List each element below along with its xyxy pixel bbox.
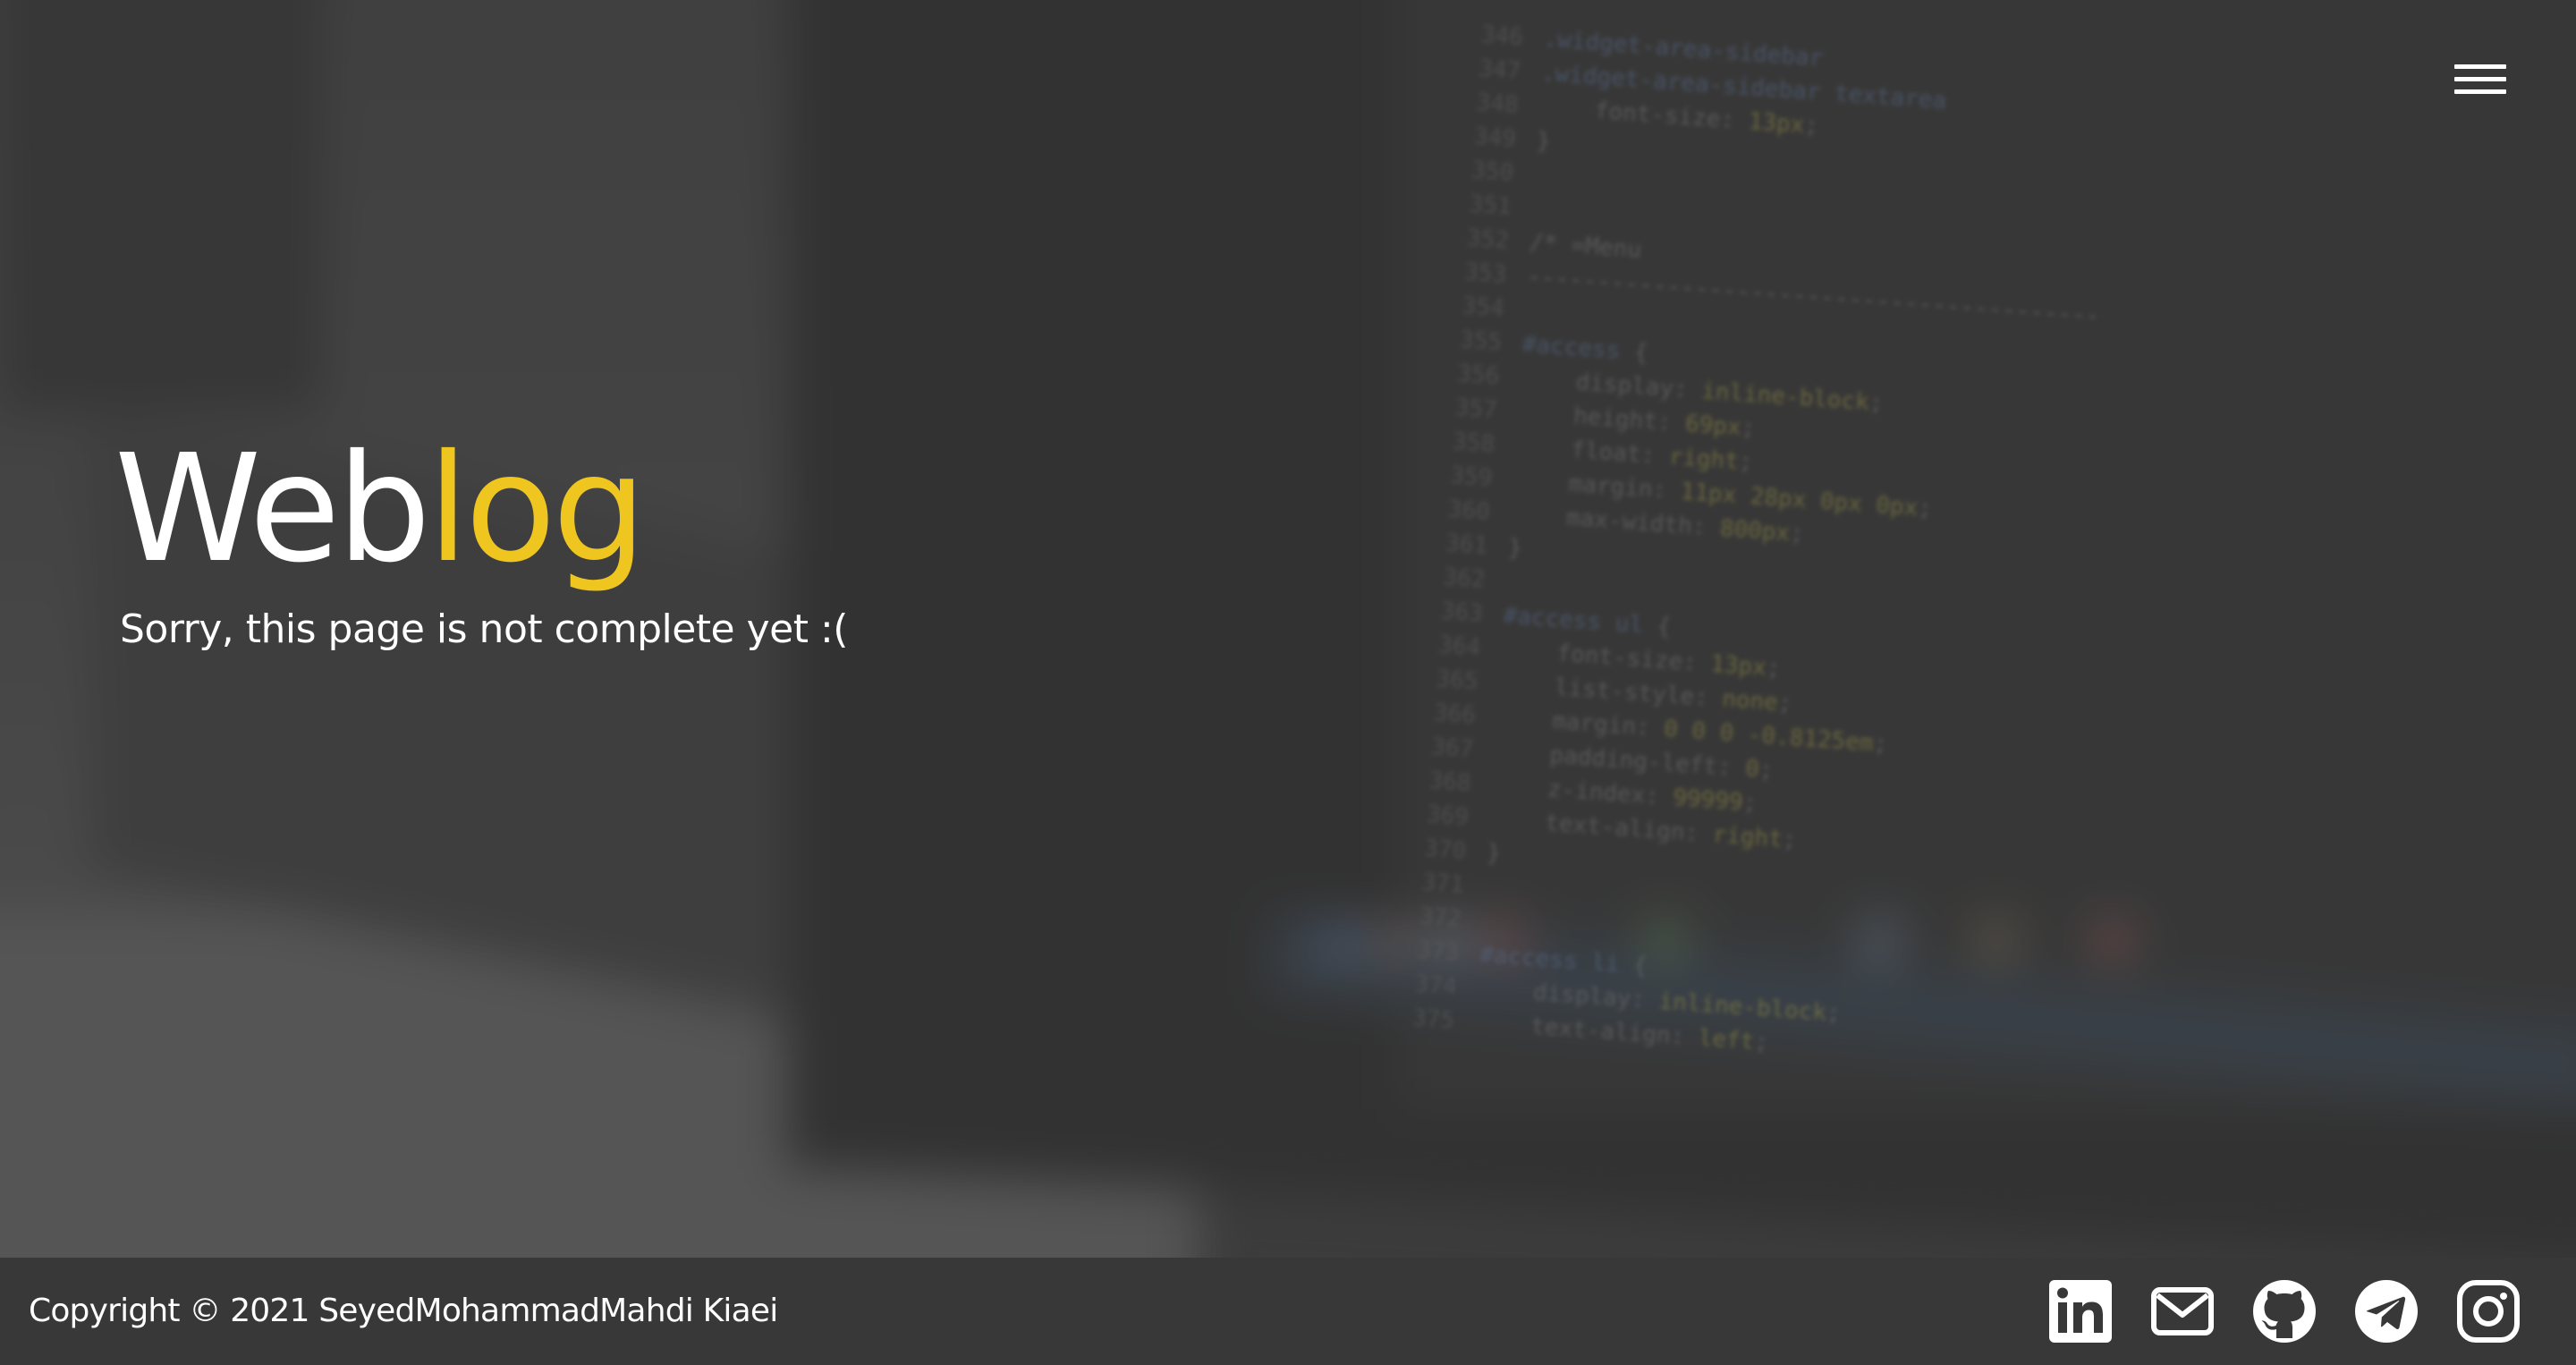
menu-bar bbox=[2454, 89, 2506, 94]
page-title-web: Web bbox=[114, 423, 431, 596]
page-subtitle: Sorry, this page is not complete yet :( bbox=[120, 606, 848, 652]
hero: Weblog Sorry, this page is not complete … bbox=[114, 420, 848, 652]
instagram-icon[interactable] bbox=[2456, 1279, 2521, 1344]
menu-bar bbox=[2454, 77, 2506, 81]
menu-bar bbox=[2454, 64, 2506, 69]
page-title: Weblog bbox=[114, 420, 848, 599]
telegram-icon[interactable] bbox=[2354, 1279, 2419, 1344]
hamburger-menu-icon[interactable] bbox=[2454, 61, 2508, 100]
page-title-log: log bbox=[427, 423, 647, 596]
page: 346 .widget-area-sidebar 347 .widget-area-… bbox=[0, 0, 2576, 1365]
github-icon[interactable] bbox=[2252, 1279, 2317, 1344]
copyright-text: Copyright © 2021 SeyedMohammadMahdi Kiae… bbox=[29, 1293, 778, 1329]
footer: Copyright © 2021 SeyedMohammadMahdi Kiae… bbox=[0, 1258, 2576, 1365]
email-icon[interactable] bbox=[2150, 1279, 2215, 1344]
linkedin-icon[interactable] bbox=[2048, 1279, 2113, 1344]
